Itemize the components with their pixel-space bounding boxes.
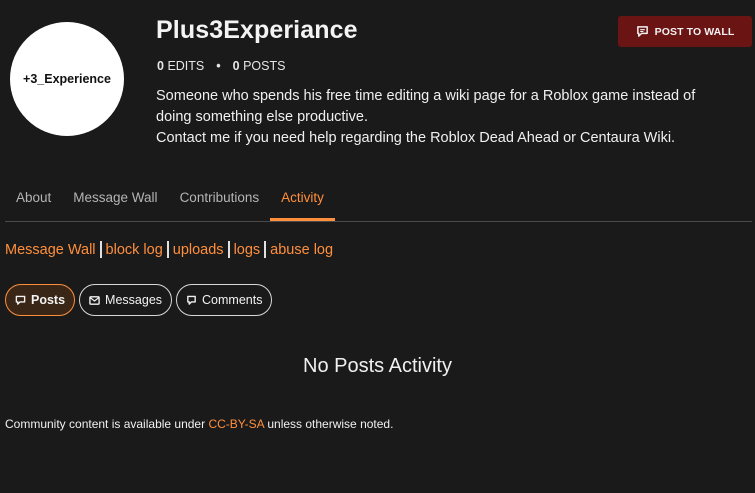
- link-separator: [166, 241, 169, 258]
- filter-comments-label: Comments: [202, 293, 263, 307]
- filter-messages-button[interactable]: Messages: [79, 284, 173, 316]
- footer-text-before: Community content is available under: [5, 417, 209, 431]
- activity-links: Message Wall block log uploads logs abus…: [5, 241, 333, 258]
- empty-activity-message: No Posts Activity: [303, 355, 452, 377]
- link-separator: [227, 241, 230, 258]
- comment-icon: [187, 295, 196, 305]
- link-abuse-log[interactable]: abuse log: [270, 242, 333, 258]
- bio-line: doing something else productive.: [156, 109, 368, 125]
- activity-filters: Posts Messages Comments: [5, 284, 273, 316]
- profile-tabs: About Message Wall Contributions Activit…: [5, 180, 752, 222]
- link-block-log[interactable]: block log: [106, 242, 163, 258]
- license-link[interactable]: CC-BY-SA: [208, 417, 264, 431]
- link-separator: [99, 241, 102, 258]
- tab-contributions[interactable]: Contributions: [169, 180, 271, 221]
- license-footer: Community content is available under CC-…: [5, 417, 393, 431]
- tab-message-wall[interactable]: Message Wall: [62, 180, 168, 221]
- post-to-wall-label: POST TO WALL: [654, 25, 735, 38]
- filter-posts-button[interactable]: Posts: [5, 284, 76, 316]
- username: Plus3Experiance: [156, 16, 358, 44]
- edits-label: EDITS: [167, 59, 205, 73]
- post-to-wall-button[interactable]: POST TO WALL: [618, 16, 752, 47]
- filter-comments-button[interactable]: Comments: [176, 284, 273, 316]
- speech-bubble-icon: [636, 26, 648, 37]
- profile-stats: 0 EDITS • 0 POSTS: [157, 59, 285, 73]
- edits-count: 0: [157, 59, 164, 73]
- link-message-wall[interactable]: Message Wall: [5, 242, 96, 258]
- bio-line: Contact me if you need help regarding th…: [156, 130, 676, 146]
- bio-line: Someone who spends his free time editing…: [156, 88, 696, 104]
- footer-text-after: unless otherwise noted.: [264, 417, 394, 431]
- link-separator: [264, 241, 267, 258]
- filter-messages-label: Messages: [105, 293, 163, 307]
- tab-activity[interactable]: Activity: [270, 180, 335, 221]
- speech-bubble-icon: [15, 295, 26, 305]
- filter-posts-label: Posts: [31, 293, 66, 307]
- link-uploads[interactable]: uploads: [173, 242, 224, 258]
- avatar-text: +3_Experience: [23, 72, 111, 86]
- avatar: +3_Experience: [10, 22, 124, 136]
- posts-label: POSTS: [243, 59, 286, 73]
- link-logs[interactable]: logs: [234, 242, 261, 258]
- tab-about[interactable]: About: [5, 180, 62, 221]
- separator-dot: •: [216, 59, 221, 73]
- envelope-icon: [89, 295, 100, 305]
- profile-bio: Someone who spends his free time editing…: [156, 86, 746, 149]
- posts-count: 0: [232, 59, 240, 73]
